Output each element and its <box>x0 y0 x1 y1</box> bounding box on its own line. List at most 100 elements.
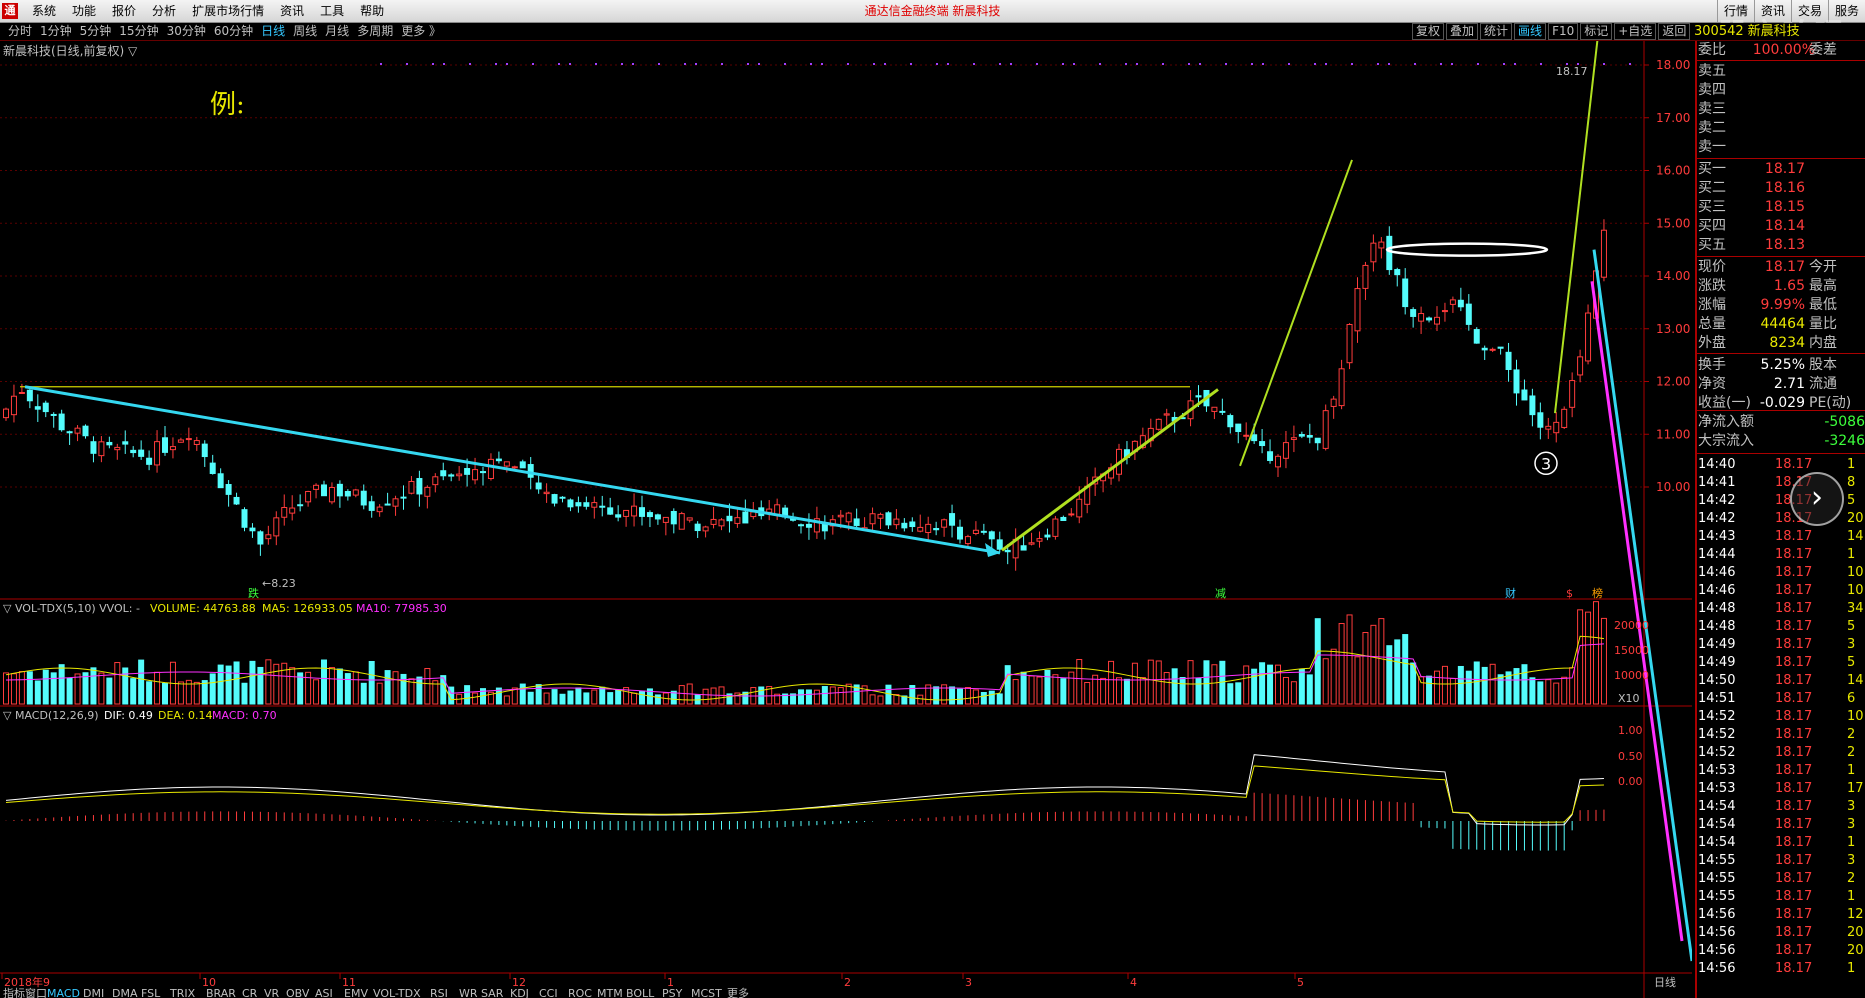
indicator-tab[interactable]: 更多 <box>727 986 749 998</box>
stat-label: 现价 <box>1698 259 1726 275</box>
tick-time: 14:56 <box>1698 925 1736 940</box>
period-tab-2[interactable]: 5分钟 <box>76 23 116 40</box>
signal-dot <box>406 63 408 65</box>
indicator-tab[interactable]: KDJ <box>510 987 529 998</box>
indicator-tab[interactable]: PSY <box>662 987 683 998</box>
volume-bar <box>1426 675 1433 705</box>
volume-bar <box>400 673 407 705</box>
volume-bar <box>336 668 343 705</box>
candle-body <box>853 518 860 526</box>
indicator-tab[interactable]: 指标 <box>3 986 25 998</box>
volume-tick-label: 10000 <box>1614 669 1649 682</box>
volume-bar <box>591 689 598 705</box>
volume-bar <box>885 684 892 705</box>
indicator-tab[interactable]: CCI <box>539 987 558 998</box>
signal-dot <box>810 63 812 65</box>
indicator-tab[interactable]: VR <box>264 987 280 998</box>
indicator-tab[interactable]: DMA <box>112 987 138 998</box>
tool-button-4[interactable]: F10 <box>1548 23 1579 40</box>
tick-row: 14:51 18.17 6 <box>1697 690 1865 708</box>
indicator-tab[interactable]: FSL <box>141 987 161 998</box>
volume-bar <box>559 693 566 705</box>
tick-row: 14:49 18.17 3 <box>1697 636 1865 654</box>
indicator-tab[interactable]: CR <box>242 987 258 998</box>
volume-bar <box>154 671 161 705</box>
indicator-tab[interactable]: VOL-TDX <box>373 987 421 998</box>
period-tab-3[interactable]: 15分钟 <box>115 23 162 40</box>
indicator-tab[interactable]: OBV <box>286 987 310 998</box>
chart-area[interactable]: 18.00 17.00 16.00 15.00 14.00 13.00 12.00 11.00… <box>0 41 1692 998</box>
menu-item-6[interactable]: 工具 <box>312 0 352 22</box>
tick-time: 14:53 <box>1698 763 1736 778</box>
candle-body <box>432 476 439 486</box>
candle-body <box>845 512 852 523</box>
tick-volume: 1 <box>1847 763 1856 778</box>
tool-button-3[interactable]: 画线 <box>1514 23 1547 40</box>
indicator-tab[interactable]: ASI <box>315 987 333 998</box>
play-icon[interactable]: › <box>1790 472 1844 526</box>
indicator-tab[interactable]: WR <box>459 987 478 998</box>
period-tab-1[interactable]: 1分钟 <box>36 23 76 40</box>
signal-dot <box>947 63 949 65</box>
tool-button-2[interactable]: 统计 <box>1480 23 1513 40</box>
period-tab-0[interactable]: 分时 <box>4 23 36 40</box>
period-tab-4[interactable]: 30分钟 <box>163 23 210 40</box>
tick-price: 18.17 <box>1775 583 1813 598</box>
menu-item-2[interactable]: 报价 <box>104 0 144 22</box>
tool-button-1[interactable]: 叠加 <box>1446 23 1479 40</box>
indicator-tab[interactable]: ROC <box>568 987 592 998</box>
app-logo-icon[interactable]: 通 <box>2 3 18 19</box>
indicator-tab[interactable]: 窗口 <box>25 986 47 998</box>
tick-time: 14:41 <box>1698 475 1736 490</box>
indicator-tab[interactable]: MTM <box>597 987 623 998</box>
tool-button-6[interactable]: +自选 <box>1614 23 1657 40</box>
tick-price: 18.17 <box>1775 547 1813 562</box>
flow-row-1: 大宗流入 -3246 <box>1697 432 1865 451</box>
stock-code-display[interactable]: 300542 新晨科技 <box>1694 23 1800 40</box>
tick-row: 14:54 18.17 3 <box>1697 816 1865 834</box>
stat-right-label: 量比 <box>1809 316 1837 332</box>
period-tab-6[interactable]: 日线 <box>257 23 289 40</box>
tool-button-5[interactable]: 标记 <box>1580 23 1613 40</box>
buy-level-price: 18.15 <box>1764 199 1805 215</box>
menu-item-7[interactable]: 帮助 <box>352 0 392 22</box>
period-tab-9[interactable]: 多周期 <box>353 23 397 40</box>
volume-bar <box>42 669 49 705</box>
menu-item-4[interactable]: 扩展市场行情 <box>184 0 272 22</box>
tick-price: 18.17 <box>1775 781 1813 796</box>
candle-body <box>416 478 423 495</box>
period-tab-10[interactable]: 更多 》 <box>397 23 445 40</box>
tick-volume: 6 <box>1847 691 1856 706</box>
signal-dot <box>1251 63 1253 65</box>
period-tab-8[interactable]: 月线 <box>321 23 353 40</box>
candle-body <box>146 457 153 465</box>
candle-body <box>933 528 940 531</box>
menu-item-3[interactable]: 分析 <box>144 0 184 22</box>
tool-button-7[interactable]: 返回 <box>1658 23 1691 40</box>
indicator-tab[interactable]: BRAR <box>206 987 236 998</box>
period-tab-5[interactable]: 60分钟 <box>210 23 257 40</box>
tick-price: 18.17 <box>1775 637 1813 652</box>
tick-volume: 1 <box>1847 889 1856 904</box>
indicator-tab[interactable]: EMV <box>344 987 368 998</box>
candle-body <box>615 514 622 518</box>
signal-dot <box>1010 63 1012 65</box>
menu-item-0[interactable]: 系统 <box>24 0 64 22</box>
tool-button-0[interactable]: 复权 <box>1412 23 1445 40</box>
indicator-tab[interactable]: MACD <box>47 987 80 998</box>
indicator-tab[interactable]: SAR <box>481 987 504 998</box>
indicator-tab[interactable]: BOLL <box>626 987 655 998</box>
indicator-tab[interactable]: MCST <box>691 987 722 998</box>
tick-price: 18.17 <box>1775 529 1813 544</box>
menu-item-1[interactable]: 功能 <box>64 0 104 22</box>
volume-bar <box>1123 678 1130 705</box>
volume-bar <box>1100 677 1107 705</box>
indicator-tab[interactable]: RSI <box>430 987 448 998</box>
period-tab-7[interactable]: 周线 <box>289 23 321 40</box>
indicator-tab[interactable]: DMI <box>83 987 104 998</box>
buy-level-price: 18.17 <box>1764 161 1805 177</box>
kline-chart[interactable]: 18.00 17.00 16.00 15.00 14.00 13.00 12.00 11.00… <box>0 41 1692 998</box>
candle-body <box>742 511 749 524</box>
menu-item-5[interactable]: 资讯 <box>272 0 312 22</box>
indicator-tab[interactable]: TRIX <box>169 987 196 998</box>
